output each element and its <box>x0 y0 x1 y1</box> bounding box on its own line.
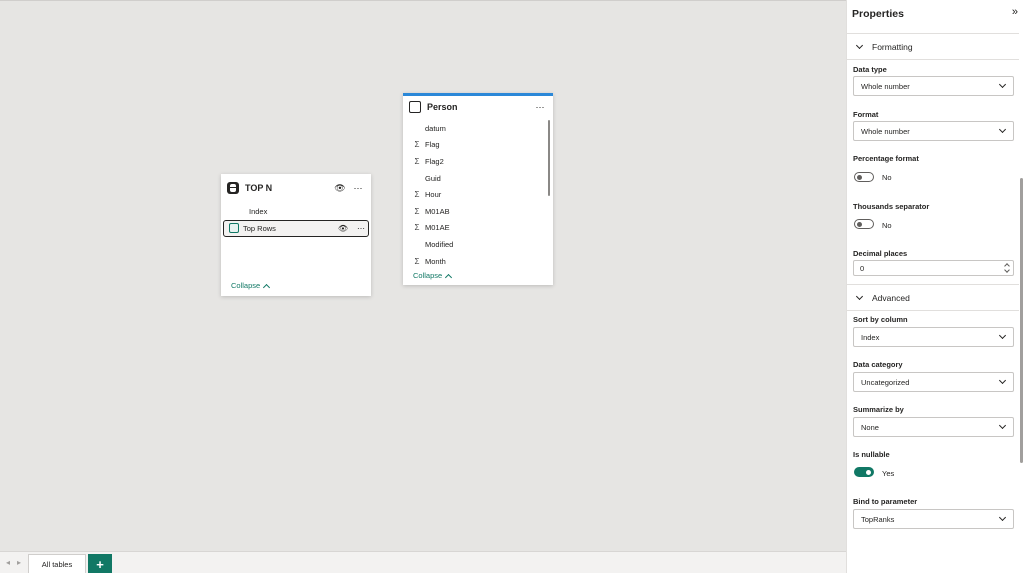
summarize-by-dropdown[interactable]: None <box>853 417 1014 437</box>
more-options-icon[interactable]: ⋯ <box>351 183 365 194</box>
chevron-down-icon <box>855 292 864 300</box>
section-formatting[interactable]: Formatting <box>847 33 1019 60</box>
table-card-header[interactable]: Person ⋯ <box>403 96 553 118</box>
is-nullable-label: Is nullable <box>853 450 890 459</box>
column-row[interactable]: Σ M01AB <box>403 203 553 220</box>
sort-by-column-dropdown[interactable]: Index <box>853 327 1014 347</box>
percentage-format-state: No <box>882 173 892 182</box>
column-row[interactable]: Σ Month <box>403 253 553 270</box>
sort-by-column-label: Sort by column <box>853 315 908 324</box>
thousands-separator-label: Thousands separator <box>853 202 930 211</box>
table-title: Person <box>427 102 458 112</box>
table-title: TOP N <box>245 183 273 193</box>
pane-scrollbar[interactable] <box>1020 178 1023 463</box>
column-label: Index <box>249 206 268 216</box>
data-category-dropdown[interactable]: Uncategorized <box>853 372 1014 392</box>
add-layout-button[interactable]: + <box>88 554 112 573</box>
collapse-pane-icon[interactable]: » <box>1012 6 1018 18</box>
bind-to-parameter-dropdown[interactable]: TopRanks <box>853 509 1014 529</box>
chevron-down-icon <box>998 80 1007 89</box>
column-row-index[interactable]: Index <box>221 203 371 220</box>
chevron-down-icon <box>998 125 1007 134</box>
column-row[interactable]: Modified <box>403 236 553 253</box>
data-type-dropdown[interactable]: Whole number <box>853 76 1014 96</box>
collapse-link[interactable]: Collapse <box>403 271 453 281</box>
pane-title: Properties <box>852 8 904 20</box>
calculated-column-icon <box>229 223 239 234</box>
chevron-down-icon <box>855 41 864 49</box>
sum-icon: Σ <box>414 140 420 150</box>
chevron-down-icon <box>998 513 1007 522</box>
card-scrollbar[interactable] <box>548 120 550 196</box>
table-icon <box>409 101 421 113</box>
calculated-table-icon <box>227 182 239 194</box>
column-label: Top Rows <box>243 223 276 233</box>
format-label: Format <box>853 110 879 119</box>
thousands-separator-toggle[interactable] <box>854 219 874 229</box>
is-nullable-state: Yes <box>882 469 895 478</box>
column-row-top-rows[interactable]: Top Rows 👁 ⋯ <box>223 219 369 237</box>
visibility-eye-icon[interactable]: 👁 <box>333 183 347 194</box>
decimal-places-label: Decimal places <box>853 249 908 258</box>
section-advanced[interactable]: Advanced <box>847 284 1019 311</box>
more-options-icon[interactable]: ⋯ <box>533 102 547 113</box>
is-nullable-toggle[interactable] <box>854 467 874 477</box>
model-canvas[interactable]: TOP N 👁 ⋯ Index Top Rows 👁 ⋯ Collapse Pe… <box>0 0 846 551</box>
table-card-header[interactable]: TOP N 👁 ⋯ <box>221 176 371 200</box>
data-category-label: Data category <box>853 360 903 369</box>
scroll-right-icon[interactable]: ▸ <box>17 558 21 567</box>
column-row[interactable]: Guid <box>403 170 553 187</box>
summarize-by-label: Summarize by <box>853 405 904 414</box>
more-options-icon[interactable]: ⋯ <box>354 224 368 233</box>
chevron-up-icon <box>263 283 271 291</box>
spin-down-icon[interactable] <box>1004 267 1010 273</box>
column-row[interactable]: Σ Hour <box>403 186 553 203</box>
scroll-left-icon[interactable]: ◂ <box>6 558 10 567</box>
sum-icon: Σ <box>414 206 420 216</box>
chevron-down-icon <box>998 376 1007 385</box>
percentage-format-label: Percentage format <box>853 154 919 163</box>
collapse-link[interactable]: Collapse <box>221 281 271 291</box>
column-row[interactable]: Σ Flag <box>403 137 553 154</box>
column-row[interactable]: Σ M01AE <box>403 220 553 237</box>
visibility-eye-icon[interactable]: 👁 <box>336 224 350 233</box>
bind-to-parameter-label: Bind to parameter <box>853 497 918 506</box>
chevron-down-icon <box>998 331 1007 340</box>
decimal-places-input[interactable]: 0 <box>853 260 1014 276</box>
sum-icon: Σ <box>414 256 420 266</box>
layout-tab-bar: ◂ ▸ All tables + <box>0 551 846 573</box>
sum-icon: Σ <box>414 223 420 233</box>
chevron-up-icon <box>445 273 453 281</box>
data-type-label: Data type <box>853 65 887 74</box>
format-dropdown[interactable]: Whole number <box>853 121 1014 141</box>
table-card-top-n[interactable]: TOP N 👁 ⋯ Index Top Rows 👁 ⋯ Collapse <box>221 174 371 296</box>
table-card-person[interactable]: Person ⋯ datum Σ Flag Σ Flag2 Guid Σ Hour Σ… <box>403 93 553 285</box>
tab-all-tables[interactable]: All tables <box>28 554 86 573</box>
thousands-separator-state: No <box>882 221 892 230</box>
properties-pane: Properties » Formatting Data type Whole … <box>846 0 1024 573</box>
column-row[interactable]: datum <box>403 120 553 137</box>
sum-icon: Σ <box>414 156 420 166</box>
column-row[interactable]: Σ Flag2 <box>403 153 553 170</box>
sum-icon: Σ <box>414 190 420 200</box>
chevron-down-icon <box>998 421 1007 430</box>
percentage-format-toggle[interactable] <box>854 172 874 182</box>
